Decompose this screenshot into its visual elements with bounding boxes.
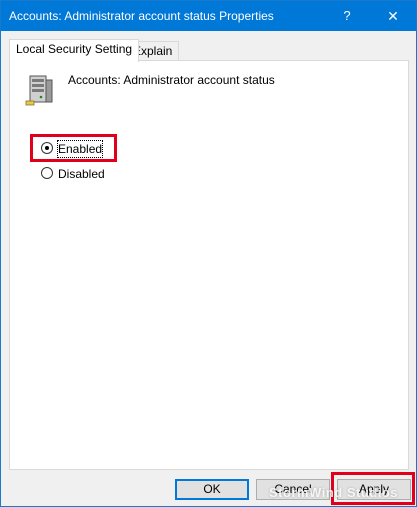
apply-highlight-box	[331, 472, 415, 505]
tab-local-security-setting[interactable]: Local Security Setting	[9, 39, 140, 62]
server-icon	[25, 75, 53, 106]
enabled-highlight-box	[30, 134, 117, 162]
policy-title: Accounts: Administrator account status	[68, 73, 275, 87]
cancel-button[interactable]: Cancel	[256, 479, 330, 500]
properties-dialog: Accounts: Administrator account status P…	[0, 0, 417, 507]
title-bar[interactable]: Accounts: Administrator account status P…	[1, 1, 416, 31]
close-button[interactable]: ✕	[370, 1, 416, 31]
window-title: Accounts: Administrator account status P…	[9, 9, 274, 23]
disabled-label: Disabled	[58, 167, 105, 181]
settings-panel: Accounts: Administrator account status E…	[9, 60, 409, 470]
ok-button[interactable]: OK	[175, 479, 249, 500]
help-button[interactable]: ?	[324, 1, 370, 31]
radio-unchecked-indicator	[41, 167, 53, 179]
